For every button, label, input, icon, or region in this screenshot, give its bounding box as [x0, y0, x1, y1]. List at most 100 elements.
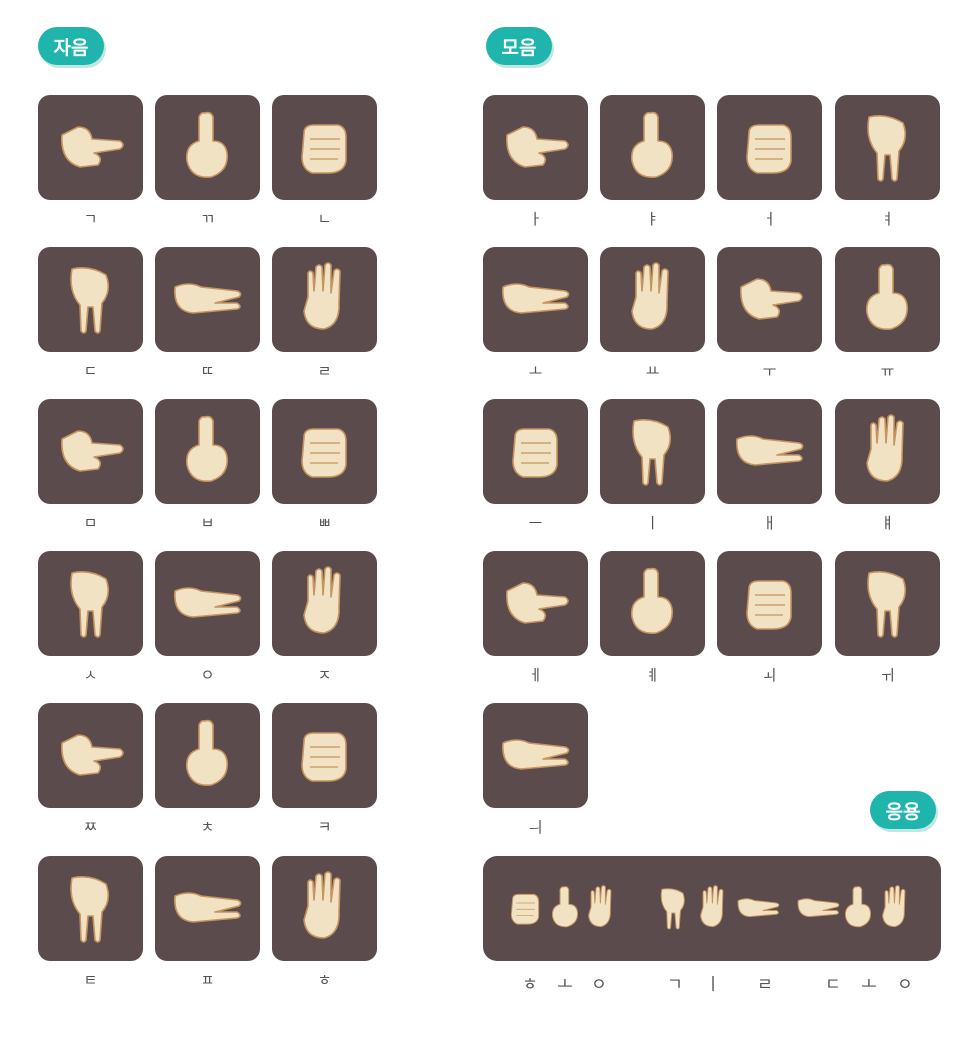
- application-section-title: 응용: [870, 791, 936, 829]
- application-letter: ㄹ: [757, 975, 773, 995]
- consonant-sign-card: [155, 856, 260, 961]
- hand-sign-icon: [61, 126, 124, 168]
- hand-sign-icon: [510, 885, 906, 930]
- hand-sign-icon: [746, 580, 792, 630]
- consonant-label: ㄸ: [200, 362, 215, 380]
- hand-sign-icon: [174, 892, 242, 923]
- hand-sign-icon: [502, 283, 570, 314]
- hand-sign-icon: [867, 571, 907, 638]
- consonant-label: ㅉ: [83, 818, 98, 836]
- consonant-label: ㅈ: [317, 666, 332, 684]
- vowel-sign-card: [717, 95, 822, 200]
- vowel-label: ㅖ: [645, 666, 660, 684]
- application-letter: ㅇ: [897, 975, 913, 995]
- vowel-label: ㅔ: [528, 666, 543, 684]
- consonant-label: ㅃ: [317, 514, 332, 532]
- consonants-section-title: 자음: [38, 27, 104, 65]
- hand-sign-icon: [630, 111, 673, 178]
- consonant-sign-card: [272, 247, 377, 352]
- vowel-label: ㅢ: [528, 818, 543, 836]
- hand-sign-icon: [740, 278, 803, 320]
- vowel-label: ㅟ: [880, 666, 895, 684]
- hand-sign-icon: [185, 719, 228, 786]
- hand-sign-icon: [630, 567, 673, 634]
- consonant-label: ㄹ: [317, 362, 332, 380]
- vowel-sign-card: [835, 399, 940, 504]
- consonant-sign-card: [155, 551, 260, 656]
- consonant-label: ㄷ: [83, 362, 98, 380]
- hand-sign-icon: [301, 124, 347, 174]
- consonant-label: ㅊ: [200, 818, 215, 836]
- consonant-label: ㅅ: [83, 666, 98, 684]
- hand-sign-icon: [746, 124, 792, 174]
- consonant-sign-card: [155, 95, 260, 200]
- application-letter: ㅗ: [861, 975, 877, 995]
- hand-sign-icon: [512, 428, 558, 478]
- consonant-sign-card: [38, 703, 143, 808]
- vowel-sign-card: [717, 247, 822, 352]
- vowel-label: ㅏ: [528, 210, 543, 228]
- application-letter: ㄱ: [667, 975, 683, 995]
- consonant-sign-card: [272, 551, 377, 656]
- vowel-label: ㅛ: [645, 362, 660, 380]
- consonant-label: ㅂ: [200, 514, 215, 532]
- hand-sign-icon: [301, 428, 347, 478]
- vowel-label: ㅚ: [762, 666, 777, 684]
- application-letter: ㅎ: [522, 975, 538, 995]
- consonant-label: ㄱ: [83, 210, 98, 228]
- consonant-sign-card: [38, 856, 143, 961]
- hand-sign-icon: [502, 739, 570, 770]
- hand-sign-icon: [736, 435, 804, 466]
- vowel-sign-card: [835, 95, 940, 200]
- hand-sign-icon: [865, 263, 908, 330]
- consonant-label: ㅇ: [200, 666, 215, 684]
- vowel-label: ㅠ: [880, 362, 895, 380]
- vowel-sign-card: [835, 551, 940, 656]
- hand-sign-icon: [185, 111, 228, 178]
- vowel-sign-card: [600, 95, 705, 200]
- consonant-label: ㅍ: [200, 971, 215, 989]
- consonant-sign-card: [272, 856, 377, 961]
- vowel-sign-card: [483, 551, 588, 656]
- consonant-label: ㄲ: [200, 210, 215, 228]
- vowels-section-title: 모음: [486, 27, 552, 65]
- consonant-sign-card: [155, 247, 260, 352]
- vowel-sign-card: [835, 247, 940, 352]
- hand-sign-icon: [61, 734, 124, 776]
- application-letter: ㅇ: [591, 975, 607, 995]
- vowel-sign-card: [483, 703, 588, 808]
- hand-sign-icon: [867, 115, 907, 182]
- hand-sign-icon: [174, 587, 242, 618]
- hand-sign-icon: [506, 126, 569, 168]
- vowel-label: ㅡ: [528, 514, 543, 532]
- hand-sign-icon: [506, 582, 569, 624]
- consonant-label: ㅋ: [317, 818, 332, 836]
- consonant-label: ㄴ: [317, 210, 332, 228]
- vowel-sign-card: [600, 247, 705, 352]
- hand-sign-icon: [632, 419, 672, 486]
- vowel-sign-card: [483, 399, 588, 504]
- vowel-label: ㅑ: [645, 210, 660, 228]
- vowel-sign-card: [600, 399, 705, 504]
- vowel-label: ㅓ: [762, 210, 777, 228]
- vowel-sign-card: [717, 551, 822, 656]
- consonant-sign-card: [38, 247, 143, 352]
- consonant-sign-card: [272, 399, 377, 504]
- vowel-label: ㅣ: [645, 514, 660, 532]
- vowel-label: ㅗ: [528, 362, 543, 380]
- vowel-label: ㅐ: [762, 514, 777, 532]
- hand-sign-icon: [303, 871, 341, 939]
- vowel-label: ㅒ: [880, 514, 895, 532]
- consonant-label: ㅌ: [83, 971, 98, 989]
- hand-sign-icon: [301, 732, 347, 782]
- hand-sign-icon: [303, 262, 341, 330]
- hand-sign-icon: [174, 283, 242, 314]
- vowel-sign-card: [483, 247, 588, 352]
- hand-sign-icon: [303, 566, 341, 634]
- hand-sign-icon: [70, 267, 110, 334]
- consonant-label: ㅁ: [83, 514, 98, 532]
- hand-sign-icon: [61, 430, 124, 472]
- application-letter: ㅣ: [705, 975, 721, 995]
- vowel-sign-card: [483, 95, 588, 200]
- consonant-sign-card: [272, 703, 377, 808]
